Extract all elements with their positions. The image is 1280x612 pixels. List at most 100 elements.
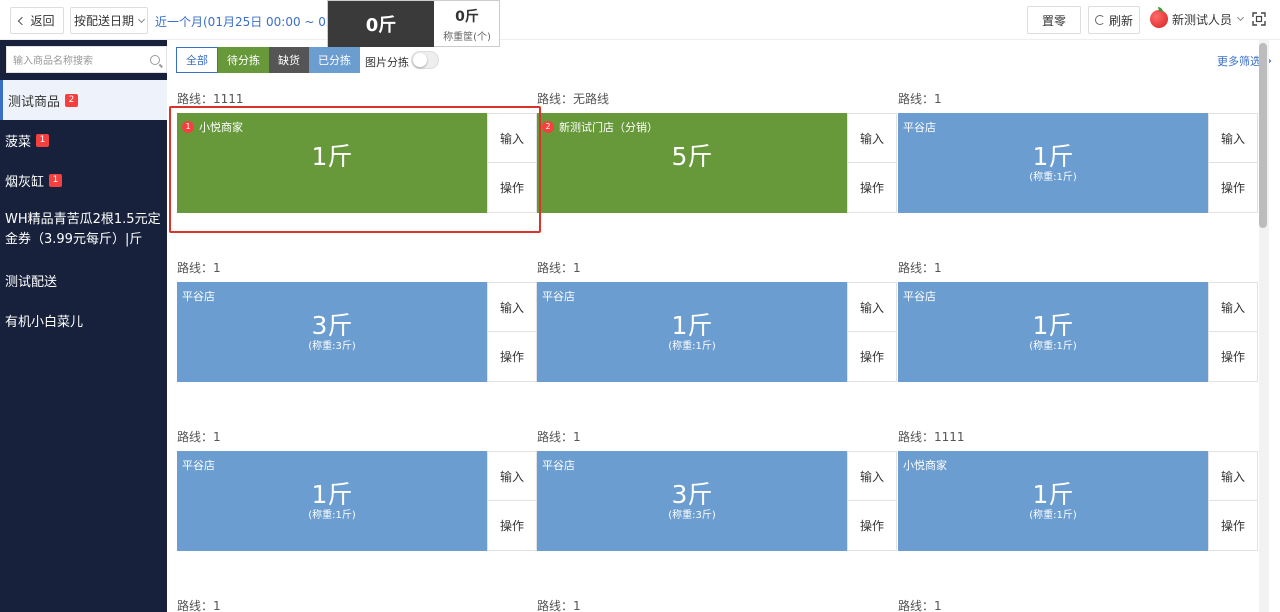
sidebar-item-test-product[interactable]: 测试商品 2 bbox=[0, 80, 167, 120]
shop-name: 平谷店 bbox=[182, 459, 215, 472]
sidebar-item-organic-cabbage[interactable]: 有机小白菜儿 bbox=[0, 300, 167, 340]
operate-button[interactable]: 操作 bbox=[848, 163, 896, 212]
count-badge: 1 bbox=[36, 133, 50, 147]
card-body[interactable]: 平谷店 3斤 (称重:3斤) bbox=[537, 451, 847, 551]
product-search-input[interactable]: 输入商品名称搜索 bbox=[6, 46, 167, 73]
filter-pending[interactable]: 待分拣 bbox=[218, 47, 269, 73]
sidebar-item-label: 测试配送 bbox=[5, 274, 58, 290]
card-actions: 输入 操作 bbox=[1208, 113, 1258, 213]
route-label: 路线：1 bbox=[898, 261, 942, 275]
filter-all[interactable]: 全部 bbox=[176, 47, 218, 73]
sorting-card[interactable]: 平谷店 1斤 (称重:1斤) 输入 操作 bbox=[177, 451, 537, 551]
search-placeholder: 输入商品名称搜索 bbox=[13, 56, 93, 67]
input-button[interactable]: 输入 bbox=[488, 452, 536, 501]
route-label: 路线：无路线 bbox=[537, 92, 610, 106]
back-button[interactable]: 返回 bbox=[10, 7, 64, 34]
sidebar-item-test-delivery[interactable]: 测试配送 bbox=[0, 260, 167, 300]
top-bar: 返回 按配送日期 近一个月(01月25日 00:00 ~ 02月25日 23:5… bbox=[0, 0, 1280, 47]
shop-name: 平谷店 bbox=[542, 459, 575, 472]
refresh-button[interactable]: 刷新 bbox=[1088, 6, 1140, 34]
scale-panel: 0斤 0斤 称重筐(个) bbox=[327, 0, 500, 47]
sorting-card[interactable]: 平谷店 1斤 (称重:1斤) 输入 操作 bbox=[537, 282, 897, 382]
sorting-card[interactable]: 平谷店 1斤 (称重:1斤) 输入 操作 bbox=[898, 113, 1258, 213]
status-filter-tabs: 全部 待分拣 缺货 已分拣 bbox=[176, 47, 360, 73]
search-icon[interactable] bbox=[150, 55, 160, 65]
weighed-amount: (称重:3斤) bbox=[308, 341, 356, 352]
sorting-card[interactable]: 小悦商家 1斤 (称重:1斤) 输入 操作 bbox=[898, 451, 1258, 551]
input-button[interactable]: 输入 bbox=[1209, 283, 1257, 332]
input-button[interactable]: 输入 bbox=[1209, 452, 1257, 501]
route-label: 路线：1 bbox=[537, 430, 581, 444]
operate-button[interactable]: 操作 bbox=[1209, 332, 1257, 381]
route-label: 路线：1 bbox=[898, 92, 942, 106]
more-filters-label: 更多筛选 bbox=[1217, 55, 1261, 68]
chevron-left-icon bbox=[18, 16, 27, 25]
shop-name: 平谷店 bbox=[542, 290, 575, 303]
card-actions: 输入 操作 bbox=[487, 282, 537, 382]
route-label: 路线：1 bbox=[537, 599, 581, 612]
input-button[interactable]: 输入 bbox=[1209, 114, 1257, 163]
filter-out-of-stock[interactable]: 缺货 bbox=[269, 47, 309, 73]
sorting-card[interactable]: 平谷店 3斤 (称重:3斤) 输入 操作 bbox=[177, 282, 537, 382]
sidebar-item-label: 菠菜 bbox=[5, 134, 32, 150]
input-button[interactable]: 输入 bbox=[848, 283, 896, 332]
weighed-amount: (称重:1斤) bbox=[1029, 172, 1077, 183]
card-body[interactable]: 2 新测试门店（分销） 5斤 bbox=[537, 113, 847, 213]
product-list: 测试商品 2 菠菜 1 烟灰缸 1 WH精品青苦瓜2根1.5元定金券（3.99元… bbox=[0, 80, 167, 340]
operate-button[interactable]: 操作 bbox=[1209, 501, 1257, 550]
operate-button[interactable]: 操作 bbox=[848, 332, 896, 381]
card-body[interactable]: 平谷店 1斤 (称重:1斤) bbox=[898, 113, 1208, 213]
card-body[interactable]: 平谷店 3斤 (称重:3斤) bbox=[177, 282, 487, 382]
shop-name-row: 平谷店 bbox=[542, 457, 575, 473]
user-menu[interactable]: 新测试人员 bbox=[1150, 7, 1245, 28]
card-actions: 输入 操作 bbox=[847, 282, 897, 382]
card-body[interactable]: 平谷店 1斤 (称重:1斤) bbox=[537, 282, 847, 382]
fullscreen-icon[interactable] bbox=[1252, 12, 1266, 26]
scrollbar[interactable] bbox=[1259, 40, 1269, 612]
sidebar-item-label: WH精品青苦瓜2根1.5元定金券（3.99元每斤）|斤 bbox=[5, 212, 161, 247]
sidebar-item-label: 测试商品 bbox=[8, 94, 61, 110]
card-actions: 输入 操作 bbox=[847, 113, 897, 213]
image-sort-toggle[interactable] bbox=[411, 51, 439, 69]
input-button[interactable]: 输入 bbox=[488, 283, 536, 332]
scrollbar-thumb[interactable] bbox=[1259, 43, 1267, 228]
shop-name: 小悦商家 bbox=[903, 459, 947, 472]
date-type-select[interactable]: 按配送日期 bbox=[70, 7, 148, 34]
refresh-label: 刷新 bbox=[1108, 13, 1133, 28]
weighed-amount: (称重:3斤) bbox=[668, 510, 716, 521]
route-label: 路线：1 bbox=[177, 261, 221, 275]
route-label: 路线：1 bbox=[177, 430, 221, 444]
sidebar-item-bitter-melon[interactable]: WH精品青苦瓜2根1.5元定金券（3.99元每斤）|斤 bbox=[0, 200, 167, 260]
shop-name-row: 平谷店 bbox=[903, 119, 936, 135]
shop-name-row: 平谷店 bbox=[182, 457, 215, 473]
input-button[interactable]: 输入 bbox=[848, 114, 896, 163]
filter-sorted[interactable]: 已分拣 bbox=[309, 47, 360, 73]
operate-button[interactable]: 操作 bbox=[488, 332, 536, 381]
card-body[interactable]: 平谷店 1斤 (称重:1斤) bbox=[177, 451, 487, 551]
date-select-label: 按配送日期 bbox=[73, 14, 134, 28]
shop-name-row: 平谷店 bbox=[182, 288, 215, 304]
shop-name: 平谷店 bbox=[182, 290, 215, 303]
sidebar-item-spinach[interactable]: 菠菜 1 bbox=[0, 120, 167, 160]
count-badge: 2 bbox=[65, 93, 79, 107]
operate-button[interactable]: 操作 bbox=[848, 501, 896, 550]
sorting-card[interactable]: 2 新测试门店（分销） 5斤 输入 操作 bbox=[537, 113, 897, 213]
card-body[interactable]: 小悦商家 1斤 (称重:1斤) bbox=[898, 451, 1208, 551]
sorting-card[interactable]: 平谷店 3斤 (称重:3斤) 输入 操作 bbox=[537, 451, 897, 551]
sidebar-item-ashtray[interactable]: 烟灰缸 1 bbox=[0, 160, 167, 200]
sidebar-item-label: 有机小白菜儿 bbox=[5, 314, 84, 330]
required-weight: 5斤 bbox=[671, 142, 713, 171]
sidebar-item-label: 烟灰缸 bbox=[5, 174, 45, 190]
chevron-down-icon bbox=[1236, 13, 1245, 22]
operate-button[interactable]: 操作 bbox=[488, 501, 536, 550]
reset-button[interactable]: 置零 bbox=[1027, 6, 1081, 34]
route-label: 路线：1 bbox=[537, 261, 581, 275]
input-button[interactable]: 输入 bbox=[848, 452, 896, 501]
card-body[interactable]: 平谷店 1斤 (称重:1斤) bbox=[898, 282, 1208, 382]
card-actions: 输入 操作 bbox=[847, 451, 897, 551]
product-sidebar: 输入商品名称搜索 测试商品 2 菠菜 1 烟灰缸 1 WH精品青苦瓜2根1.5元… bbox=[0, 40, 167, 612]
route-label: 路线：1 bbox=[177, 599, 221, 612]
operate-button[interactable]: 操作 bbox=[1209, 163, 1257, 212]
route-label: 路线：1111 bbox=[898, 430, 965, 444]
sorting-card[interactable]: 平谷店 1斤 (称重:1斤) 输入 操作 bbox=[898, 282, 1258, 382]
